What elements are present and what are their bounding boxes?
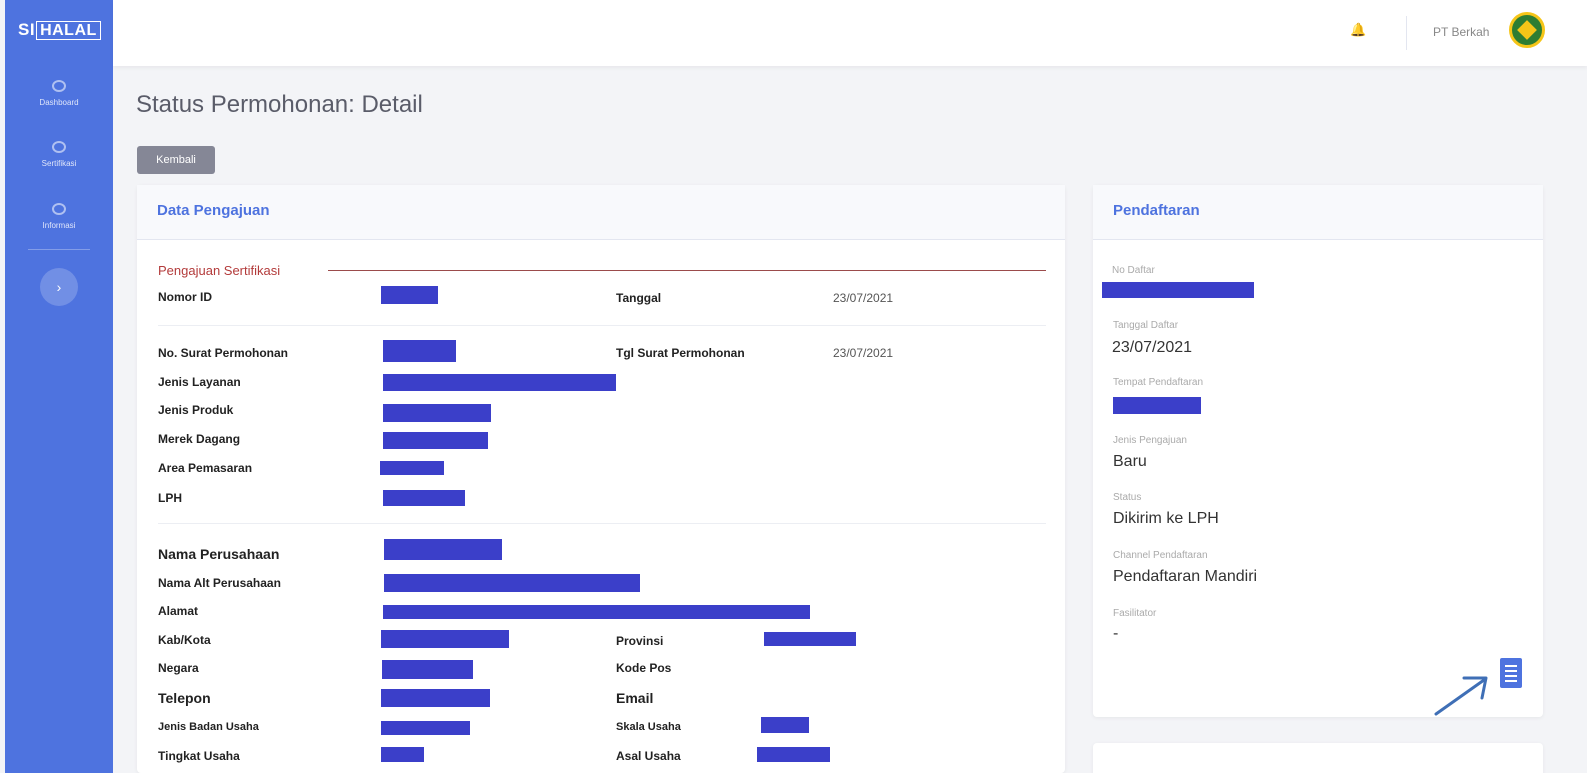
app-logo[interactable]: SI HALAL bbox=[18, 20, 101, 40]
field-label-no-surat: No. Surat Permohonan bbox=[158, 346, 289, 360]
redacted-value bbox=[384, 574, 640, 592]
field-label-area-pemasaran: Area Pemasaran bbox=[158, 461, 253, 475]
field-label-telepon: Telepon bbox=[158, 690, 211, 706]
next-card bbox=[1093, 743, 1543, 773]
field-label-merek-dagang: Merek Dagang bbox=[158, 432, 241, 446]
redacted-value bbox=[383, 404, 491, 422]
gear-icon bbox=[52, 141, 66, 153]
redacted-value bbox=[1102, 282, 1254, 298]
sidebar bbox=[5, 0, 113, 773]
sidebar-divider bbox=[28, 249, 90, 250]
back-button[interactable]: Kembali bbox=[137, 146, 215, 174]
sidebar-item-sertifikasi[interactable]: Sertifikasi bbox=[5, 141, 113, 168]
document-icon[interactable] bbox=[1500, 658, 1522, 688]
field-value-tgl-surat: 23/07/2021 bbox=[833, 346, 894, 360]
redacted-value bbox=[383, 374, 616, 391]
row-divider bbox=[158, 325, 1046, 326]
field-label-provinsi: Provinsi bbox=[616, 634, 664, 648]
field-label-tanggal: Tanggal bbox=[616, 291, 662, 305]
redacted-value bbox=[381, 721, 470, 735]
no-daftar-label: No Daftar bbox=[1112, 265, 1155, 276]
status-value: Dikirim ke LPH bbox=[1113, 510, 1219, 527]
redacted-value bbox=[761, 717, 809, 733]
topbar: 🔔 PT Berkah bbox=[113, 0, 1587, 66]
redacted-value bbox=[383, 490, 465, 506]
user-avatar[interactable] bbox=[1509, 12, 1545, 48]
field-label-kode-pos: Kode Pos bbox=[616, 661, 672, 675]
user-name[interactable]: PT Berkah bbox=[1433, 25, 1489, 39]
redacted-value bbox=[383, 432, 488, 449]
field-label-negara: Negara bbox=[158, 661, 199, 675]
redacted-value bbox=[757, 747, 830, 762]
field-label-asal-usaha: Asal Usaha bbox=[616, 749, 681, 763]
pendaftaran-card: Pendaftaran bbox=[1093, 185, 1543, 717]
field-value-tanggal: 23/07/2021 bbox=[833, 291, 894, 305]
field-label-jenis-produk: Jenis Produk bbox=[158, 403, 234, 417]
sidebar-item-label: Informasi bbox=[42, 221, 76, 230]
channel-value: Pendaftaran Mandiri bbox=[1113, 568, 1258, 585]
redacted-value bbox=[382, 660, 473, 679]
tanggal-daftar-label: Tanggal Daftar bbox=[1113, 320, 1179, 331]
field-label-lph: LPH bbox=[158, 491, 182, 505]
field-label-nama-alt: Nama Alt Perusahaan bbox=[158, 576, 281, 590]
field-label-kab-kota: Kab/Kota bbox=[158, 633, 211, 647]
field-label-email: Email bbox=[616, 690, 654, 706]
field-label-skala-usaha: Skala Usaha bbox=[616, 721, 681, 733]
section-title: Pengajuan Sertifikasi bbox=[158, 263, 281, 278]
redacted-value bbox=[381, 630, 509, 648]
redacted-value bbox=[383, 340, 456, 362]
topbar-divider bbox=[1406, 16, 1407, 50]
emblem-icon bbox=[1517, 20, 1537, 40]
gear-icon bbox=[52, 203, 66, 215]
redacted-value bbox=[1113, 397, 1201, 414]
field-label-tgl-surat: Tgl Surat Permohonan bbox=[616, 346, 745, 360]
row-divider bbox=[158, 523, 1046, 524]
channel-label: Channel Pendaftaran bbox=[1113, 550, 1208, 561]
sidebar-item-informasi[interactable]: Informasi bbox=[5, 203, 113, 230]
sidebar-item-dashboard[interactable]: Dashboard bbox=[5, 80, 113, 107]
bell-icon[interactable]: 🔔 bbox=[1350, 22, 1366, 38]
status-label: Status bbox=[1113, 492, 1142, 503]
field-label-jenis-layanan: Jenis Layanan bbox=[158, 375, 241, 389]
fasilitator-value: - bbox=[1113, 625, 1119, 642]
field-label-nomor-id: Nomor ID bbox=[158, 290, 212, 304]
jenis-pengajuan-value: Baru bbox=[1113, 453, 1147, 470]
dashboard-icon bbox=[52, 80, 66, 92]
fasilitator-label: Fasilitator bbox=[1113, 608, 1157, 619]
section-divider bbox=[328, 270, 1046, 271]
redacted-value bbox=[380, 461, 444, 475]
redacted-value bbox=[381, 286, 438, 304]
tanggal-daftar-value: 23/07/2021 bbox=[1112, 339, 1193, 356]
redacted-value bbox=[764, 632, 856, 646]
jenis-pengajuan-label: Jenis Pengajuan bbox=[1113, 435, 1187, 446]
tempat-pendaftaran-label: Tempat Pendaftaran bbox=[1113, 377, 1204, 388]
page-title: Status Permohonan: Detail bbox=[136, 91, 423, 118]
redacted-value bbox=[384, 539, 502, 560]
field-label-jenis-badan-usaha: Jenis Badan Usaha bbox=[158, 721, 259, 733]
redacted-value bbox=[383, 605, 810, 619]
field-label-tingkat-usaha: Tingkat Usaha bbox=[158, 749, 240, 763]
sidebar-toggle-button[interactable]: › bbox=[40, 268, 78, 306]
card-header: Data Pengajuan bbox=[137, 185, 1065, 240]
card-header: Pendaftaran bbox=[1093, 185, 1543, 240]
redacted-value bbox=[381, 747, 424, 762]
field-label-nama-perusahaan: Nama Perusahaan bbox=[158, 546, 280, 562]
sidebar-item-label: Sertifikasi bbox=[41, 159, 77, 168]
sidebar-item-label: Dashboard bbox=[39, 98, 79, 107]
field-label-alamat: Alamat bbox=[158, 604, 199, 618]
annotation-arrow-icon bbox=[1434, 676, 1488, 716]
redacted-value bbox=[381, 689, 490, 707]
